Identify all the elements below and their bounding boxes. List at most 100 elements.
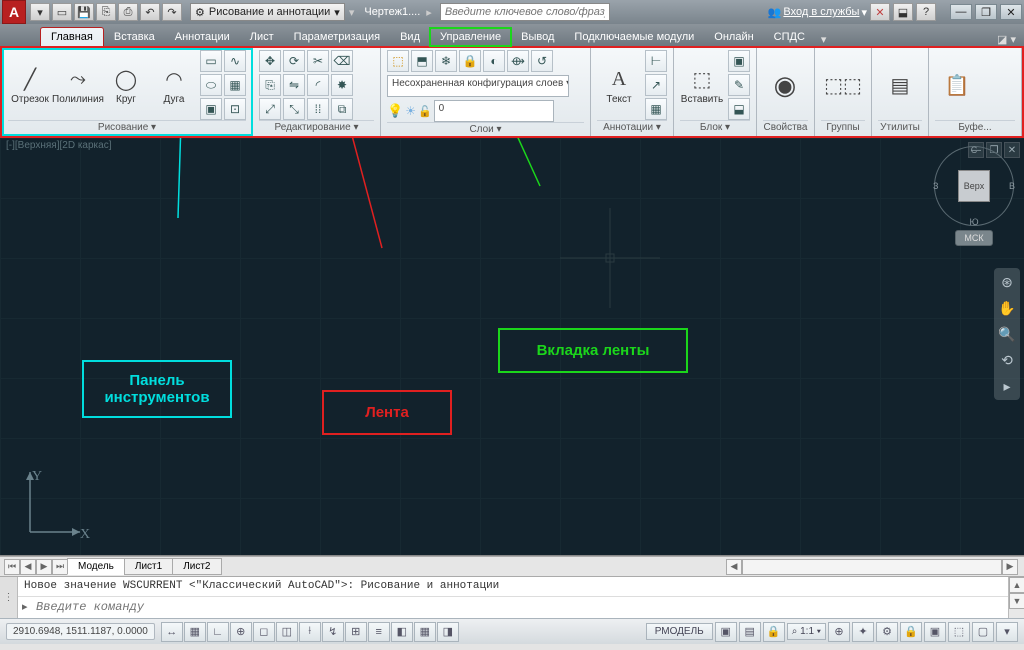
layer-prop-icon[interactable]: ⬚ [387,50,409,72]
explode-icon[interactable]: ✸ [331,74,353,96]
attr-icon[interactable]: ⬓ [728,98,750,120]
orbit-icon[interactable]: ⟲ [997,350,1017,370]
annoviewport-icon[interactable]: ✦ [852,622,874,642]
featured-icon[interactable]: ⬓ [893,3,913,21]
grid-toggle-icon[interactable]: ▦ [184,622,206,642]
arc-button[interactable]: ◠Дуга [152,65,196,105]
annoscale-icon[interactable]: 🔒 [763,622,785,642]
edit-block-icon[interactable]: ✎ [728,74,750,96]
pan-icon[interactable]: ✋ [997,298,1017,318]
leader-icon[interactable]: ↗ [645,74,667,96]
scroll-right-icon[interactable]: ▶ [1002,559,1018,575]
table-icon[interactable]: ▦ [645,98,667,120]
wheel-icon[interactable]: ⊛ [997,272,1017,292]
tab-annotate[interactable]: Аннотации [165,28,240,46]
layout1-tab[interactable]: Лист1 [124,558,173,575]
ws-switch-icon[interactable]: ⚙ [876,622,898,642]
3dosnap-icon[interactable]: ◫ [276,622,298,642]
scroll-left-icon[interactable]: ◀ [726,559,742,575]
saveas-icon[interactable]: ⎘ [96,3,116,21]
tab-plugins[interactable]: Подключаемые модули [564,28,704,46]
panel-block-label[interactable]: Блок ▾ [680,120,750,136]
panel-draw-label[interactable]: Рисование ▾ [8,120,246,136]
showmotion-icon[interactable]: ▸ [997,376,1017,396]
current-layer-combo[interactable]: 0 [434,100,554,122]
scale-icon[interactable]: ⤡ [283,98,305,120]
zoom-icon[interactable]: 🔍 [997,324,1017,344]
plot-icon[interactable]: ⎙ [118,3,138,21]
workspace-dropdown[interactable]: ⚙Рисование и аннотации▾ [190,3,345,21]
array-icon[interactable]: ⁞⁞ [307,98,329,120]
cmd-grip-icon[interactable]: ⋮ [0,577,18,618]
panel-utilities-label[interactable]: Утилиты [878,120,922,136]
new-icon[interactable]: ▾ [30,3,50,21]
panel-modify-label[interactable]: Редактирование ▾ [259,120,374,136]
coordinates[interactable]: 2910.6948, 1511.1187, 0.0000 [6,623,155,640]
tray-settings-icon[interactable]: ▾ [996,622,1018,642]
ribbon-minimize-icon[interactable]: ◪ ▾ [997,33,1016,46]
cmd-scroll-up-icon[interactable]: ▲ [1009,577,1024,593]
hatch-icon[interactable]: ▦ [224,74,246,96]
viewcube[interactable]: Верх С Ю В З МСК [934,146,1014,246]
search-input[interactable] [440,3,610,21]
first-tab-icon[interactable]: ⏮ [4,559,20,575]
move-icon[interactable]: ✥ [259,50,281,72]
viewcube-face[interactable]: Верх [958,170,990,202]
restore-button[interactable]: ❐ [975,4,997,20]
panel-clipboard-label[interactable]: Буфе... [935,120,1015,136]
isolate-icon[interactable]: ⬚ [948,622,970,642]
layer-off-icon[interactable]: ◐ [483,50,505,72]
next-tab-icon[interactable]: ▶ [36,559,52,575]
open-icon[interactable]: ▭ [52,3,72,21]
layer-freeze-icon[interactable]: ❄ [435,50,457,72]
sc-icon[interactable]: ◨ [437,622,459,642]
tab-spds[interactable]: СПДС [764,28,815,46]
polar-icon[interactable]: ⊕ [230,622,252,642]
dyn-icon[interactable]: ⊞ [345,622,367,642]
prev-tab-icon[interactable]: ◀ [20,559,36,575]
close-button[interactable]: ✕ [1000,4,1022,20]
tab-view[interactable]: Вид [390,28,430,46]
last-tab-icon[interactable]: ⏭ [52,559,68,575]
tab-online[interactable]: Онлайн [704,28,763,46]
layout2-tab[interactable]: Лист2 [172,558,221,575]
mirror-icon[interactable]: ⇋ [283,74,305,96]
cleanscreen-icon[interactable]: ▢ [972,622,994,642]
stretch-icon[interactable]: ⤢ [259,98,281,120]
spline-icon[interactable]: ∿ [224,50,246,72]
ellipse-icon[interactable]: ⬭ [200,74,222,96]
viewport-label[interactable]: [-][Верхняя][2D каркас] [6,140,111,151]
trim-icon[interactable]: ✂ [307,50,329,72]
tab-layout[interactable]: Лист [240,28,284,46]
panel-groups-label[interactable]: Группы [821,120,865,136]
quickview-icon[interactable]: ▣ [715,622,737,642]
region-icon[interactable]: ▣ [200,98,222,120]
hardware-accel-icon[interactable]: ▣ [924,622,946,642]
erase-icon[interactable]: ⌫ [331,50,353,72]
save-icon[interactable]: 💾 [74,3,94,21]
help-icon[interactable]: ? [916,3,936,21]
drawing-area[interactable]: [-][Верхняя][2D каркас] — ❐ ✕ Y X Верх С… [0,138,1024,556]
layer-state-combo[interactable]: Несохраненная конфигурация слоев ▾ [387,75,569,97]
properties-button[interactable]: ◉ [763,71,807,99]
command-input[interactable] [36,600,1004,614]
insert-button[interactable]: ⬚Вставить [680,65,724,105]
layer-lock-icon[interactable]: 🔒 [459,50,481,72]
model-tab[interactable]: Модель [67,558,125,575]
copy-icon[interactable]: ⎘ [259,74,281,96]
undo-icon[interactable]: ↶ [140,3,160,21]
offset-icon[interactable]: ⧉ [331,98,353,120]
dim-icon[interactable]: ⊢ [645,50,667,72]
panel-layers-label[interactable]: Слои ▾ [387,122,584,136]
clipboard-button[interactable]: 📋 [935,71,979,99]
snap-icon[interactable]: ↔ [161,622,183,642]
osnap-icon[interactable]: ◻ [253,622,275,642]
circle-button[interactable]: ◯Круг [104,65,148,105]
cmd-scroll-down-icon[interactable]: ▼ [1009,593,1024,609]
layer-match-icon[interactable]: ⟴ [507,50,529,72]
exchange-icon[interactable]: ✕ [870,3,890,21]
groups-button[interactable]: ⬚⬚ [821,71,865,99]
ucs-dropdown[interactable]: МСК [955,230,993,246]
ortho-icon[interactable]: ∟ [207,622,229,642]
rotate-icon[interactable]: ⟳ [283,50,305,72]
